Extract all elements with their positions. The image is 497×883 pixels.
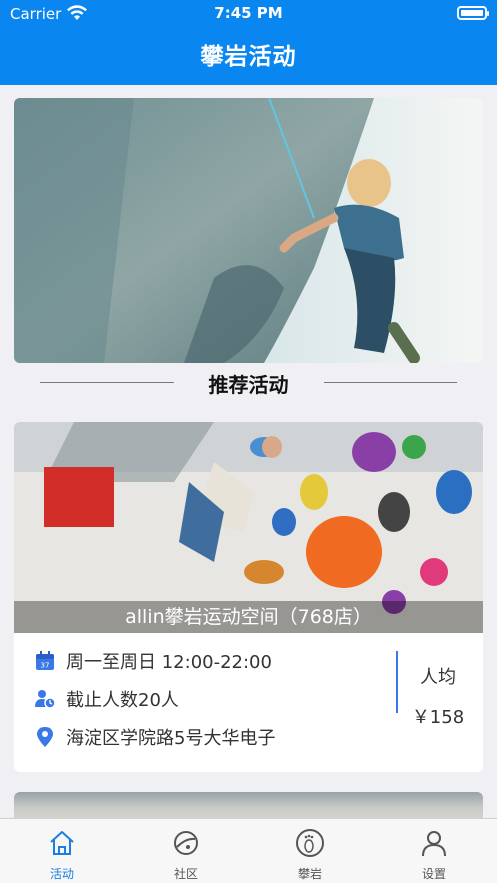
capacity-text: 截止人数20人 — [66, 690, 179, 711]
tab-activities[interactable]: 活动 — [0, 819, 124, 883]
svg-text:37: 37 — [41, 662, 50, 670]
hours-text: 周一至周日 12:00-22:00 — [66, 652, 272, 673]
tab-label: 活动 — [49, 867, 74, 881]
activity-card[interactable]: allin攀岩运动空间（768店） 37 周一至周日 12:00-22:00 截… — [14, 422, 483, 772]
people-icon — [35, 690, 56, 709]
tab-climbing[interactable]: 攀岩 — [248, 819, 372, 883]
home-icon — [50, 831, 74, 855]
battery-icon — [457, 6, 489, 20]
location-pin-icon — [37, 727, 53, 747]
nav-header: Carrier 7:45 PM 攀岩活动 — [0, 0, 497, 85]
hero-climber-photo — [14, 98, 483, 363]
address-row: 海淀区学院路5号大华电子 — [34, 722, 275, 752]
clock: 7:45 PM — [214, 4, 283, 22]
hours-row: 37 周一至周日 12:00-22:00 — [34, 646, 272, 676]
status-bar: Carrier 7:45 PM — [0, 0, 497, 28]
page-title: 攀岩活动 — [200, 44, 297, 70]
calendar-icon: 37 — [36, 651, 54, 670]
tab-label: 攀岩 — [297, 867, 322, 881]
tab-label: 社区 — [173, 867, 198, 881]
activity-info: 37 周一至周日 12:00-22:00 截止人数20人 海淀区学院路5号大华电… — [14, 633, 483, 772]
price-value: ￥158 — [411, 707, 465, 728]
tab-bar: 活动 社区 攀岩 设置 — [0, 818, 497, 883]
section-title: 推荐活动 — [208, 373, 289, 397]
divider-right — [324, 382, 457, 383]
capacity-row: 截止人数20人 — [34, 684, 179, 714]
tab-community[interactable]: 社区 — [124, 819, 248, 883]
footprint-icon — [296, 829, 324, 857]
hero-banner[interactable] — [14, 98, 483, 363]
planet-icon — [174, 831, 198, 855]
screen: Carrier 7:45 PM 攀岩活动 推荐活动 allin攀岩运动空间（76… — [0, 0, 497, 883]
price-divider — [396, 651, 398, 713]
activity-photo: allin攀岩运动空间（768店） — [14, 422, 483, 633]
address-text: 海淀区学院路5号大华电子 — [66, 728, 276, 749]
tab-label: 设置 — [421, 867, 446, 881]
price-label: 人均 — [420, 667, 456, 688]
section-header: 推荐活动 — [0, 364, 497, 404]
user-icon — [422, 831, 446, 857]
activity-name: allin攀岩运动空间（768店） — [14, 601, 483, 633]
tab-settings[interactable]: 设置 — [372, 819, 496, 883]
